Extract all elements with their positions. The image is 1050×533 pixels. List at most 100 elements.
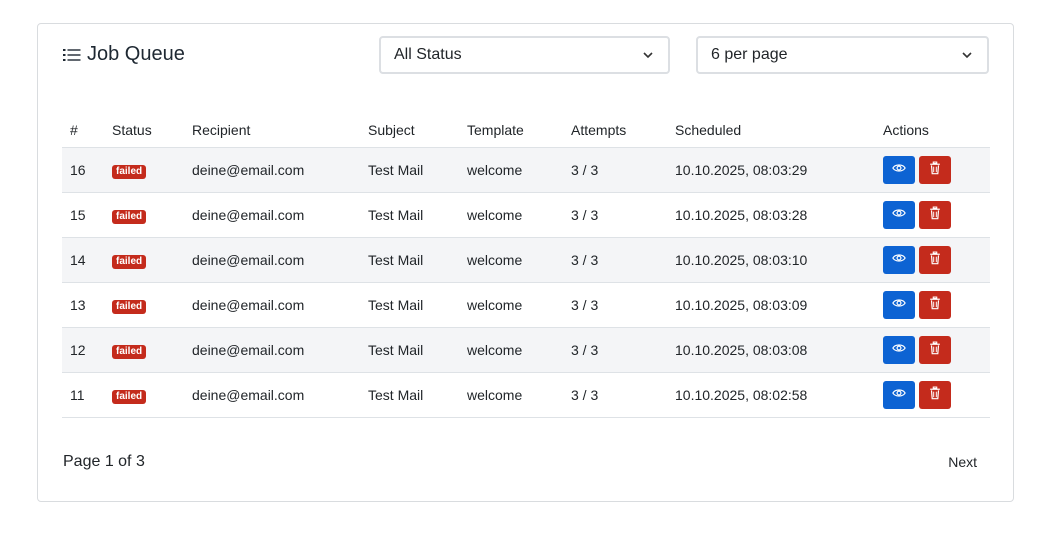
trash-icon [928,206,942,223]
subject: Test Mail [360,237,459,283]
pagination-info: Page 1 of 3 [63,453,145,470]
status-cell: failed [104,147,184,193]
view-button[interactable] [883,200,915,229]
attempts: 3 / 3 [563,327,667,373]
trash-icon [928,386,942,403]
status-cell: failed [104,282,184,328]
template: welcome [459,282,563,328]
status-cell: failed [104,192,184,238]
page-title-text: Job Queue [87,43,185,65]
job-id: 14 [62,237,104,283]
job-id: 12 [62,327,104,373]
scheduled: 10.10.2025, 08:03:08 [667,327,875,373]
actions-cell [875,282,990,328]
attempts: 3 / 3 [563,192,667,238]
template: welcome [459,192,563,238]
delete-button[interactable] [919,380,951,409]
status-filter-value: All Status [394,46,462,63]
recipient: deine@email.com [184,147,360,193]
scheduled: 10.10.2025, 08:03:28 [667,192,875,238]
per-page-value: 6 per page [711,46,788,63]
trash-icon [928,296,942,313]
eye-icon [892,251,906,268]
per-page-select[interactable]: 6 per page [696,36,989,74]
template: welcome [459,237,563,283]
job-queue-card: Job Queue All Status 6 per page # Status… [37,23,1014,502]
actions-cell [875,237,990,283]
status-badge: failed [112,344,147,359]
delete-button[interactable] [919,290,951,319]
view-button[interactable] [883,155,915,184]
delete-button[interactable] [919,200,951,229]
eye-icon [892,206,906,223]
scheduled: 10.10.2025, 08:03:10 [667,237,875,283]
scheduled: 10.10.2025, 08:03:29 [667,147,875,193]
actions-cell [875,147,990,193]
col-header-status: Status [104,113,184,148]
col-header-scheduled: Scheduled [667,113,875,148]
list-icon [63,48,81,61]
view-button[interactable] [883,245,915,274]
scheduled: 10.10.2025, 08:02:58 [667,372,875,418]
template: welcome [459,327,563,373]
status-badge: failed [112,389,147,404]
status-badge: failed [112,299,147,314]
job-id: 16 [62,147,104,193]
status-filter-select[interactable]: All Status [379,36,670,74]
status-cell: failed [104,372,184,418]
status-cell: failed [104,237,184,283]
actions-cell [875,192,990,238]
page-title: Job Queue [63,43,185,66]
col-header-template: Template [459,113,563,148]
recipient: deine@email.com [184,237,360,283]
next-page-button[interactable]: Next [948,454,977,470]
attempts: 3 / 3 [563,372,667,418]
eye-icon [892,296,906,313]
actions-cell [875,327,990,373]
recipient: deine@email.com [184,282,360,328]
chevron-down-icon [643,52,653,59]
delete-button[interactable] [919,245,951,274]
job-id: 13 [62,282,104,328]
subject: Test Mail [360,372,459,418]
status-badge: failed [112,209,147,224]
table-header-row: # Status Recipient Subject Template Atte… [62,113,990,148]
template: welcome [459,372,563,418]
template: welcome [459,147,563,193]
col-header-id: # [62,113,104,148]
status-cell: failed [104,327,184,373]
table-row: 11 failed deine@email.com Test Mail welcome 3… [62,372,990,418]
eye-icon [892,341,906,358]
attempts: 3 / 3 [563,237,667,283]
delete-button[interactable] [919,155,951,184]
table-row: 15 failed deine@email.com Test Mail welcome 3… [62,192,990,238]
recipient: deine@email.com [184,327,360,373]
status-badge: failed [112,164,147,179]
subject: Test Mail [360,282,459,328]
subject: Test Mail [360,327,459,373]
job-id: 15 [62,192,104,238]
col-header-actions: Actions [875,113,990,148]
eye-icon [892,161,906,178]
attempts: 3 / 3 [563,282,667,328]
trash-icon [928,161,942,178]
subject: Test Mail [360,147,459,193]
table-row: 14 failed deine@email.com Test Mail welcome 3… [62,237,990,283]
view-button[interactable] [883,380,915,409]
eye-icon [892,386,906,403]
col-header-subject: Subject [360,113,459,148]
delete-button[interactable] [919,335,951,364]
col-header-recipient: Recipient [184,113,360,148]
trash-icon [928,251,942,268]
attempts: 3 / 3 [563,147,667,193]
recipient: deine@email.com [184,192,360,238]
chevron-down-icon [962,52,972,59]
table-row: 12 failed deine@email.com Test Mail welcome 3… [62,327,990,373]
trash-icon [928,341,942,358]
recipient: deine@email.com [184,372,360,418]
view-button[interactable] [883,290,915,319]
actions-cell [875,372,990,418]
scheduled: 10.10.2025, 08:03:09 [667,282,875,328]
subject: Test Mail [360,192,459,238]
view-button[interactable] [883,335,915,364]
